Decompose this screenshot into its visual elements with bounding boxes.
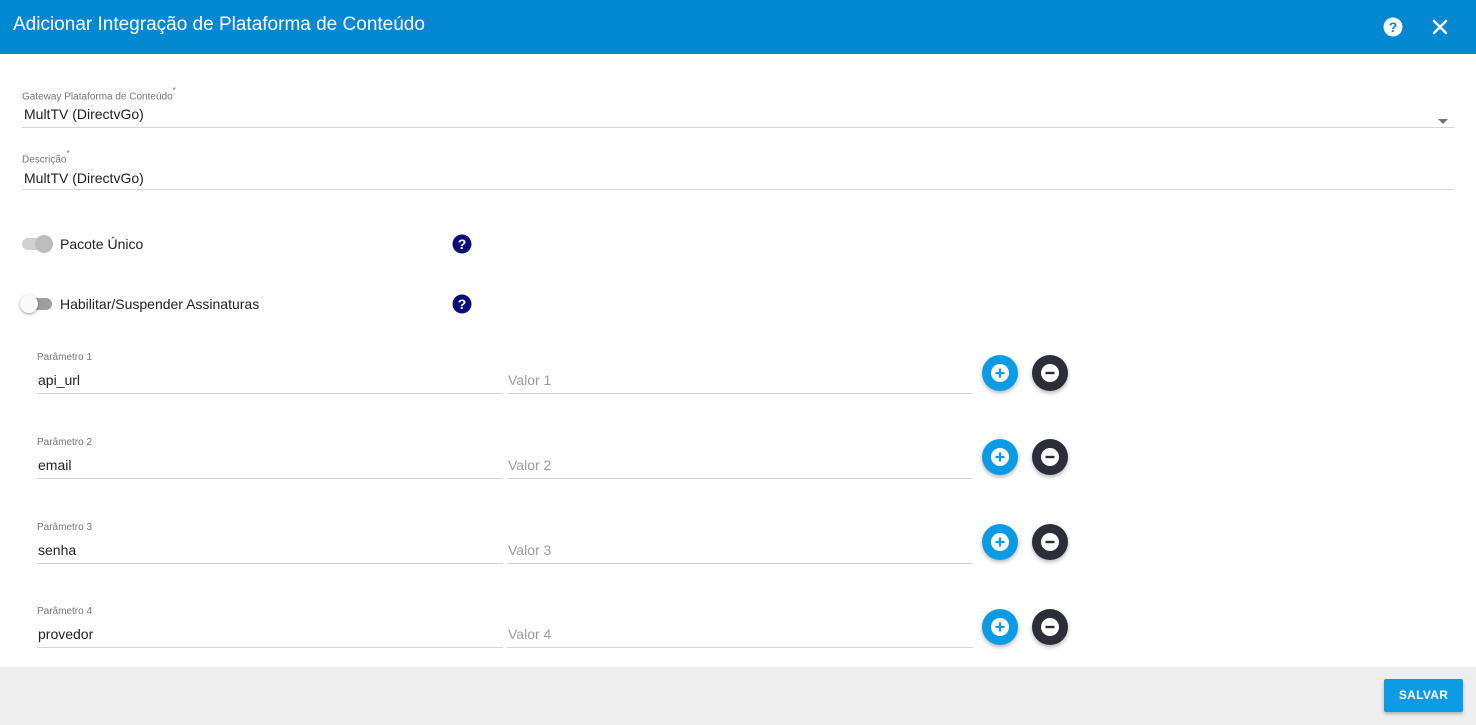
add-param-button[interactable]	[982, 609, 1018, 645]
help-icon[interactable]: ?	[1383, 17, 1403, 37]
param-label: Parâmetro 1	[37, 352, 93, 363]
remove-param-button[interactable]	[1032, 609, 1068, 645]
gateway-label: Gateway Plataforma de Conteúdo	[22, 91, 173, 103]
param-label: Parâmetro 4	[37, 606, 93, 617]
save-button[interactable]: SALVAR	[1384, 679, 1463, 712]
dialog-title: Adicionar Integração de Plataforma de Co…	[13, 14, 425, 35]
close-icon[interactable]	[1430, 17, 1450, 37]
param-name-input[interactable]: provedor	[38, 626, 93, 642]
param-value-input[interactable]: Valor 2	[508, 457, 551, 473]
gateway-underline	[22, 127, 1454, 128]
remove-param-button[interactable]	[1032, 439, 1068, 475]
remove-param-button[interactable]	[1032, 524, 1068, 560]
toggle-thumb	[35, 235, 53, 253]
descricao-input[interactable]: MultTV (DirectvGo)	[24, 170, 1444, 186]
descricao-label: Descrição	[22, 154, 67, 166]
plus-circle-icon	[991, 448, 1009, 466]
toggle-thumb	[20, 295, 38, 313]
param-value-underline	[507, 563, 973, 564]
habilitar-suspender-label: Habilitar/Suspender Assinaturas	[60, 296, 260, 312]
dialog-header: Adicionar Integração de Plataforma de Co…	[0, 0, 1476, 54]
param-label: Parâmetro 2	[37, 437, 93, 448]
param-name-underline	[37, 563, 503, 564]
pacote-unico-toggle[interactable]	[20, 234, 54, 254]
gateway-select[interactable]: MultTV (DirectvGo)	[24, 106, 1429, 122]
descricao-field: Descrição*	[22, 148, 70, 167]
minus-circle-icon	[1041, 533, 1059, 551]
help-circle-icon[interactable]: ?	[452, 234, 472, 254]
habilitar-suspender-toggle[interactable]	[20, 294, 54, 314]
plus-circle-icon	[991, 364, 1009, 382]
gateway-field: Gateway Plataforma de Conteúdo*	[22, 85, 176, 104]
add-param-button[interactable]	[982, 524, 1018, 560]
add-param-button[interactable]	[982, 439, 1018, 475]
param-value-input[interactable]: Valor 4	[508, 626, 551, 642]
svg-text:?: ?	[458, 236, 467, 252]
param-value-underline	[507, 478, 973, 479]
param-label: Parâmetro 3	[37, 522, 93, 533]
param-name-underline	[37, 647, 503, 648]
param-name-input[interactable]: api_url	[38, 372, 80, 388]
minus-circle-icon	[1041, 618, 1059, 636]
descricao-underline	[22, 189, 1454, 190]
param-name-underline	[37, 478, 503, 479]
svg-text:?: ?	[1389, 19, 1398, 35]
descricao-required-mark: *	[66, 149, 70, 158]
svg-text:?: ?	[458, 296, 467, 312]
dialog-footer	[0, 667, 1476, 725]
param-value-input[interactable]: Valor 3	[508, 542, 551, 558]
param-value-underline	[507, 647, 973, 648]
param-name-underline	[37, 393, 503, 394]
pacote-unico-label: Pacote Único	[60, 236, 144, 252]
help-circle-icon[interactable]: ?	[452, 294, 472, 314]
param-value-underline	[507, 393, 973, 394]
minus-circle-icon	[1041, 448, 1059, 466]
add-param-button[interactable]	[982, 355, 1018, 391]
param-name-input[interactable]: senha	[38, 542, 76, 558]
minus-circle-icon	[1041, 364, 1059, 382]
plus-circle-icon	[991, 533, 1009, 551]
param-name-input[interactable]: email	[38, 457, 71, 473]
plus-circle-icon	[991, 618, 1009, 636]
remove-param-button[interactable]	[1032, 355, 1068, 391]
gateway-required-mark: *	[172, 86, 176, 95]
param-value-input[interactable]: Valor 1	[508, 372, 551, 388]
